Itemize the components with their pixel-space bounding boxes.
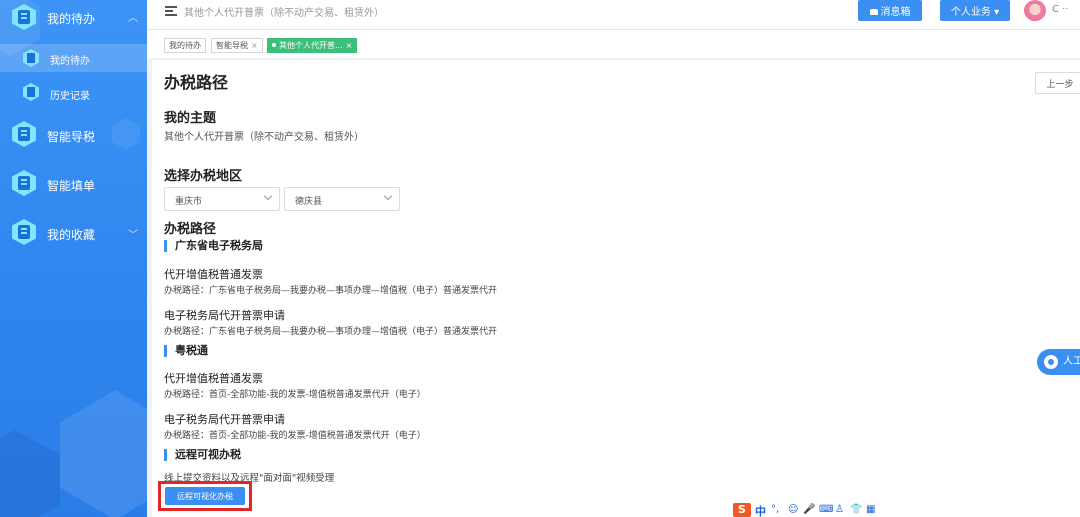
active-dot-icon <box>272 43 276 47</box>
group-heading: 粤税通 <box>164 345 208 357</box>
menu-toggle-icon[interactable] <box>165 6 177 18</box>
sidebar-item-label: 智能导税 <box>47 130 96 144</box>
county-select-value: 德庆县 <box>295 197 323 207</box>
path-item-title[interactable]: 代开增值税普通发票 <box>164 266 263 282</box>
previous-step-button[interactable]: 上一步 <box>1035 72 1080 94</box>
ime-language-toggle[interactable]: 中 <box>755 503 766 517</box>
user-name: C ·· <box>1052 4 1069 15</box>
message-box-label: 消息箱 <box>880 7 911 18</box>
sogou-logo-icon[interactable]: S <box>733 503 751 517</box>
chevron-down-icon: ﹀ <box>128 230 138 241</box>
user-icon[interactable]: ♙ <box>835 504 844 515</box>
emoji-icon[interactable]: ☺ <box>788 504 798 515</box>
chevron-down-icon <box>263 191 273 201</box>
path-item-route: 办税路径：广东省电子税务局—我要办税—事项办理—增值税（电子）普通发票代开 <box>164 286 498 296</box>
path-item-route: 办税路径：首页-全部功能-我的发票-增值税普通发票代开（电子） <box>164 390 426 400</box>
headset-icon <box>1044 355 1058 369</box>
city-select-value: 重庆市 <box>175 197 203 207</box>
sidebar-item-label: 我的待办 <box>47 12 96 26</box>
topbar-title: 其他个人代开普票（除不动产交易、租赁外） <box>184 8 384 19</box>
form-icon <box>12 170 36 196</box>
decor-hexagon <box>60 390 147 517</box>
history-icon <box>23 83 39 101</box>
sidebar-item-label: 智能填单 <box>47 179 96 193</box>
message-icon <box>869 9 878 15</box>
county-select[interactable]: 德庆县 <box>284 187 400 211</box>
decor-hexagon <box>0 430 60 517</box>
path-heading: 办税路径 <box>164 222 217 237</box>
tab-bar: 我的待办 智能导税 × 其他个人代开普... × <box>147 30 1080 58</box>
sidebar-subitem-label: 我的待办 <box>50 56 90 67</box>
tab-label: 其他个人代开普... <box>279 41 343 50</box>
theme-text: 其他个人代开普票（除不动产交易、租赁外） <box>164 132 364 143</box>
tab-label: 我的待办 <box>169 41 201 50</box>
sidebar: 我的待办 ︿ 我的待办 历史记录 智能导税 智能填单 我的收藏 ﹀ <box>0 0 147 517</box>
sidebar-item-label: 我的收藏 <box>47 228 96 242</box>
skin-icon[interactable]: 👕 <box>850 504 862 515</box>
path-item-route: 办税路径：广东省电子税务局—我要办税—事项办理—增值税（电子）普通发票代开 <box>164 327 498 337</box>
guide-icon <box>12 121 36 147</box>
group-heading: 广东省电子税务局 <box>164 240 263 252</box>
avatar[interactable] <box>1024 0 1046 21</box>
tab-smart-guide[interactable]: 智能导税 × <box>211 38 263 53</box>
top-bar: 其他个人代开普票（除不动产交易、租赁外） 消息箱 个人业务 ▾ C ·· <box>147 0 1080 30</box>
tab-other-personal-invoice[interactable]: 其他个人代开普... × <box>267 38 358 53</box>
tab-label: 智能导税 <box>216 41 248 50</box>
path-item-title[interactable]: 电子税务局代开普票申请 <box>164 411 285 427</box>
keyboard-icon[interactable]: ⌨ <box>819 504 833 515</box>
chevron-up-icon: ︿ <box>128 13 138 24</box>
decor-hexagon <box>112 118 140 150</box>
theme-heading: 我的主题 <box>164 111 217 126</box>
message-box-button[interactable]: 消息箱 <box>858 0 922 21</box>
city-select[interactable]: 重庆市 <box>164 187 280 211</box>
main-content: 办税路径 上一步 我的主题 其他个人代开普票（除不动产交易、租赁外） 选择办税地… <box>152 60 1080 517</box>
close-icon[interactable]: × <box>251 41 258 50</box>
region-heading: 选择办税地区 <box>164 169 243 184</box>
remote-desc: 线上提交资料以及远程"面对面"视频受理 <box>164 473 335 484</box>
ime-toolbar: S 中 °, ☺ 🎤 ⌨ ♙ 👕 ▦ <box>733 502 881 517</box>
manual-service-label: 人工 <box>1063 356 1080 367</box>
toolbox-icon[interactable]: ▦ <box>866 504 875 515</box>
favorite-icon <box>12 219 36 245</box>
microphone-icon[interactable]: 🎤 <box>803 504 815 515</box>
path-item-title[interactable]: 代开增值税普通发票 <box>164 370 263 386</box>
tab-my-todo[interactable]: 我的待办 <box>164 38 206 53</box>
group-heading: 远程可视办税 <box>164 449 241 461</box>
page-title: 办税路径 <box>164 73 229 92</box>
personal-business-button[interactable]: 个人业务 ▾ <box>940 0 1010 21</box>
close-icon[interactable]: × <box>346 41 353 50</box>
sidebar-subitem-label: 历史记录 <box>50 91 90 102</box>
manual-service-button[interactable]: 人工 <box>1037 349 1080 375</box>
path-item-title[interactable]: 电子税务局代开普票申请 <box>164 307 285 323</box>
punctuation-icon[interactable]: °, <box>771 504 779 515</box>
chevron-down-icon <box>383 191 393 201</box>
path-item-route: 办税路径：首页-全部功能-我的发票-增值税普通发票代开（电子） <box>164 431 426 441</box>
remote-visual-tax-button[interactable]: 远程可视化办税 <box>165 487 245 505</box>
